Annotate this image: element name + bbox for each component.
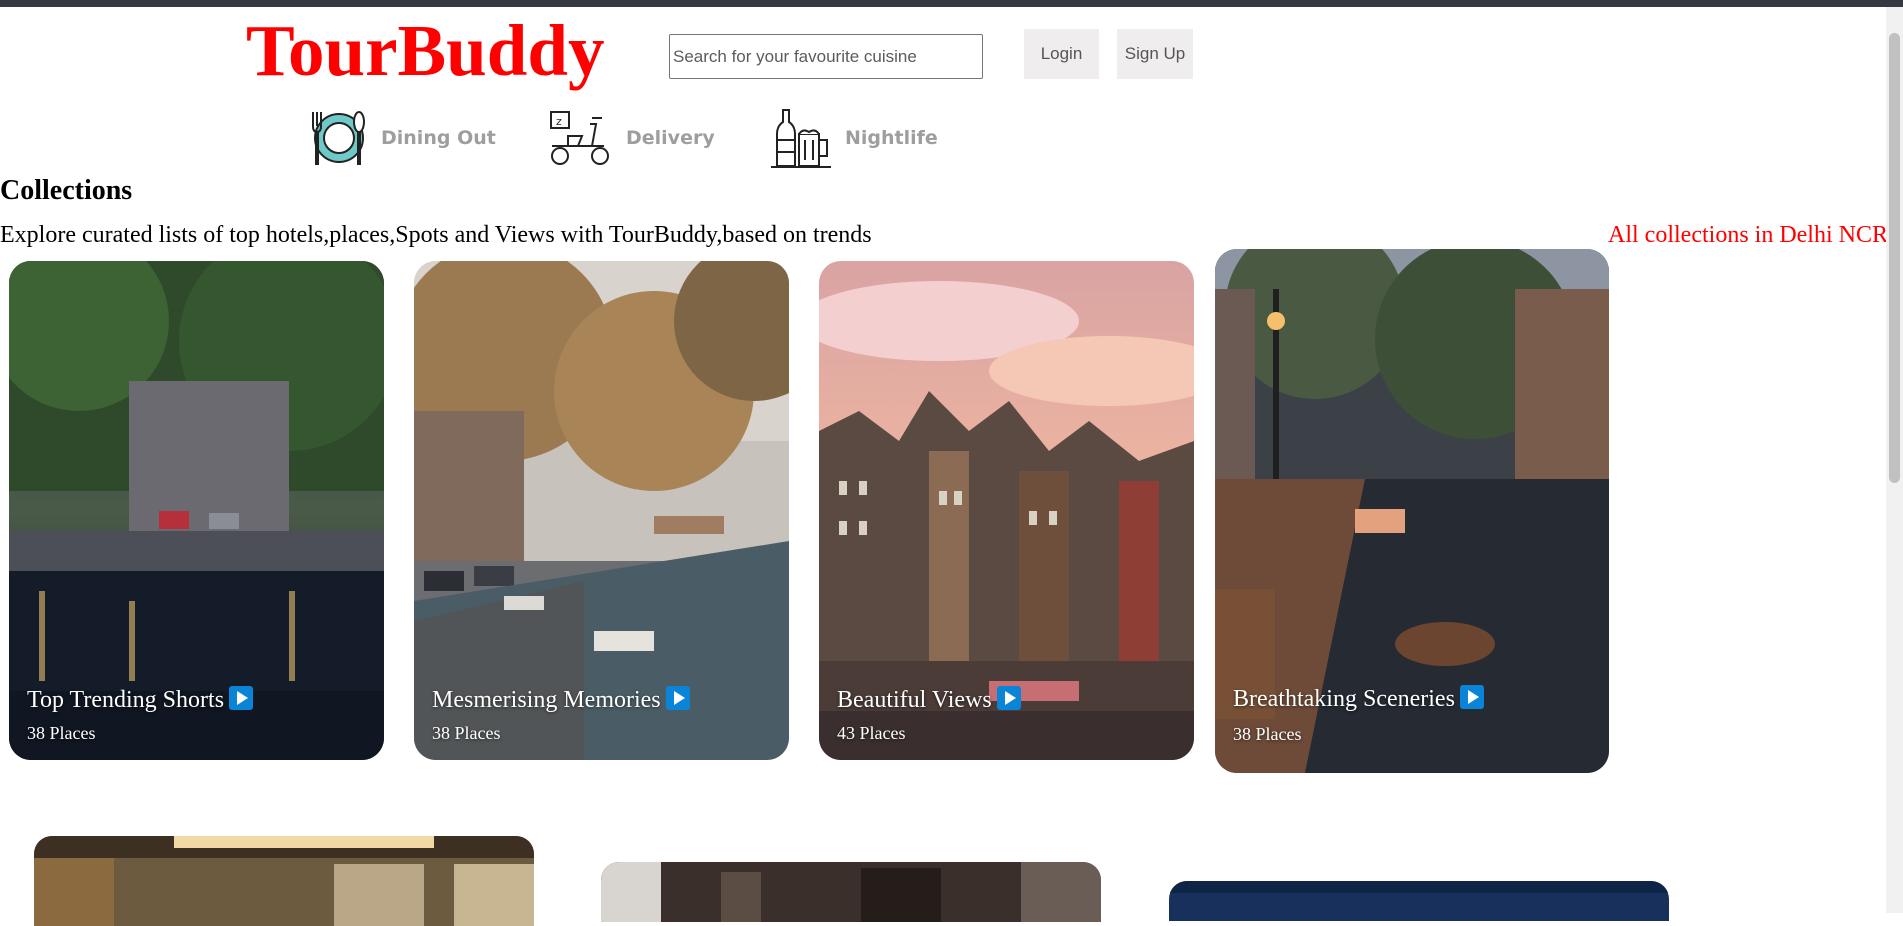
category-nightlife[interactable]: Nightlife: [769, 102, 938, 174]
play-icon: [229, 686, 254, 710]
browser-top-bar: [0, 0, 1903, 7]
category-dining-out[interactable]: Dining Out: [305, 102, 496, 174]
play-icon: [665, 686, 690, 710]
scrollbar-thumb[interactable]: [1889, 33, 1900, 483]
dining-icon: [305, 106, 369, 170]
category-label: Delivery: [626, 127, 715, 149]
all-collections-link[interactable]: All collections in Delhi NCR: [1608, 219, 1888, 251]
svg-text:z: z: [556, 115, 562, 128]
collection-card-breathtaking-sceneries[interactable]: Breathtaking Sceneries 38 Places: [1215, 249, 1609, 773]
card-title: Top Trending Shorts: [27, 687, 225, 713]
login-button[interactable]: Login: [1024, 29, 1099, 79]
card-subtitle: 43 Places: [837, 723, 906, 743]
search-input[interactable]: [669, 34, 983, 79]
card-title: Beautiful Views: [837, 687, 992, 713]
card-title: Mesmerising Memories: [432, 687, 661, 713]
card-subtitle: 38 Places: [1233, 724, 1302, 744]
category-delivery[interactable]: z Delivery: [548, 102, 715, 174]
card-photo: [601, 862, 1101, 922]
collection-card-top-trending[interactable]: Top Trending Shorts 38 Places: [9, 261, 384, 760]
site-logo[interactable]: TourBuddy: [246, 10, 604, 92]
collection-card-lower-3[interactable]: [1169, 881, 1669, 921]
scooter-icon: z: [548, 106, 614, 170]
collection-card-lower-2[interactable]: [601, 862, 1101, 922]
category-label: Nightlife: [845, 127, 938, 149]
category-label: Dining Out: [381, 127, 496, 149]
drinks-icon: [769, 106, 833, 170]
card-subtitle: 38 Places: [432, 723, 501, 743]
card-title: Breathtaking Sceneries: [1233, 686, 1455, 712]
page-scrollbar[interactable]: [1886, 7, 1903, 913]
play-icon: [996, 686, 1021, 710]
collections-heading: Collections: [0, 175, 133, 206]
play-icon: [1459, 685, 1484, 709]
collection-card-beautiful-views[interactable]: Beautiful Views 43 Places: [819, 261, 1194, 760]
collections-description: Explore curated lists of top hotels,plac…: [0, 222, 872, 248]
signup-button[interactable]: Sign Up: [1117, 29, 1193, 79]
collection-card-mesmerising-memories[interactable]: Mesmerising Memories 38 Places: [414, 261, 789, 760]
card-photo: [1169, 881, 1669, 921]
card-subtitle: 38 Places: [27, 723, 96, 743]
